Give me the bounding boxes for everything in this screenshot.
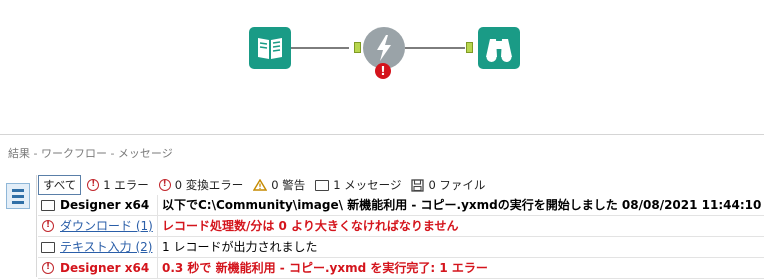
filter-all-button[interactable]: すべて [38,175,82,195]
filter-all-label: すべて [43,178,77,192]
warning-icon [253,179,268,191]
conversion-error-icon: ! [158,179,171,191]
book-icon [258,38,282,59]
filter-warnings-label: 0 警告 [271,178,306,192]
row-message: 以下でC:\Community\image\ 新機能利用 - コピー.yxmdの… [162,198,762,212]
filter-warnings-button[interactable]: 0 警告 [253,176,305,194]
binoculars-icon [486,39,512,62]
error-icon: ! [87,179,100,191]
message-icon [41,241,55,253]
row-source-link[interactable]: テキスト入力 (2) [58,237,158,257]
connection-line-2 [405,47,465,49]
results-panel: 結果 - ワークフロー - メッセージ すべて ! 1 エラー ! 0 変換エラ… [0,134,764,279]
error-icon: ! [42,262,54,274]
row-message: 0.3 秒で 新機能利用 - コピー.yxmd を実行完了: 1 エラー [162,261,488,275]
list-view-button[interactable] [6,183,30,209]
filter-messages-label: 1 メッセージ [333,178,402,192]
error-icon: ! [42,220,54,232]
filter-errors-label: 1 エラー [103,178,149,192]
row-source-link[interactable]: ダウンロード (1) [58,216,158,236]
table-row[interactable]: Designer x64 以下でC:\Community\image\ 新機能利… [38,195,764,216]
browse-tool[interactable] [478,27,520,69]
row-message: 1 レコードが出力されました [162,240,318,254]
connection-line-1 [291,47,349,49]
message-icon [315,179,330,191]
filter-conversion-errors-label: 0 変換エラー [174,178,244,192]
filter-messages-button[interactable]: 1 メッセージ [315,176,401,194]
sidebar-divider [36,175,37,277]
row-source: Designer x64 [58,258,158,278]
message-icon [41,199,55,211]
save-file-icon [411,178,425,192]
results-header: 結果 - ワークフロー - メッセージ [8,147,173,160]
message-filter-bar: すべて ! 1 エラー ! 0 変換エラー 0 警告 1 メッセージ 0 ファイ… [38,175,495,195]
filter-files-button[interactable]: 0 ファイル [411,176,485,194]
messages-table: Designer x64 以下でC:\Community\image\ 新機能利… [38,195,764,279]
filter-files-label: 0 ファイル [428,178,486,192]
filter-conversion-errors-button[interactable]: ! 0 変換エラー [158,176,244,194]
input-tool[interactable] [249,27,291,69]
workflow-canvas[interactable]: ! [0,0,764,134]
row-message: レコード処理数/分は 0 より大きくなければなりません [162,219,459,233]
error-badge-icon: ! [375,63,391,79]
table-row[interactable]: テキスト入力 (2) 1 レコードが出力されました [38,237,764,258]
filter-errors-button[interactable]: ! 1 エラー [87,176,149,194]
table-row[interactable]: ! ダウンロード (1) レコード処理数/分は 0 より大きくなければなりません [38,216,764,237]
input-anchor-formula[interactable] [354,42,361,53]
input-anchor-browse[interactable] [466,42,473,53]
row-source: Designer x64 [58,195,158,215]
